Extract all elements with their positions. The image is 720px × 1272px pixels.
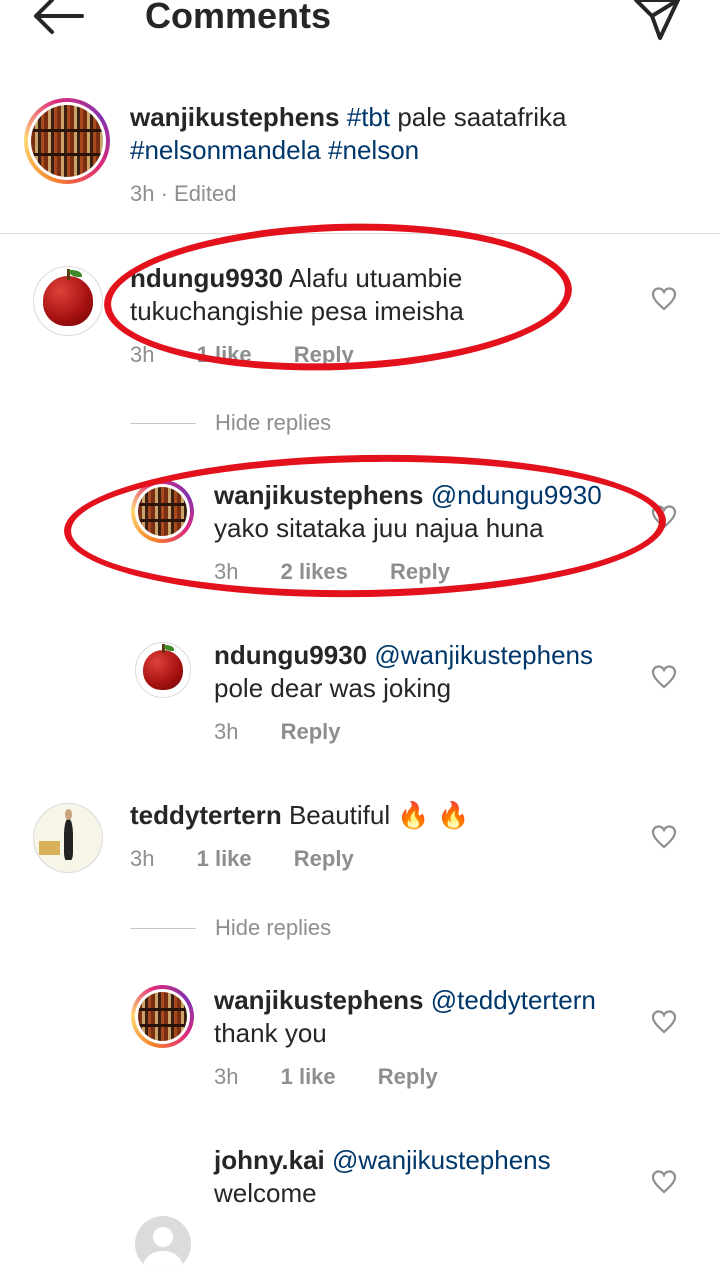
comment-meta: 3h 1 like Reply (130, 845, 354, 873)
reply-meta: 3h Reply (214, 718, 341, 746)
commenter-avatar[interactable] (33, 266, 103, 336)
heart-icon[interactable] (651, 287, 677, 311)
caption-avatar[interactable] (24, 98, 110, 184)
timestamp: 3h (214, 1064, 239, 1089)
reply-button[interactable]: Reply (281, 719, 341, 744)
hide-replies-button[interactable]: Hide replies (215, 915, 331, 941)
caption-body: pale saatafrika (397, 102, 567, 132)
comment-username[interactable]: teddytertern (130, 800, 282, 830)
reply-avatar[interactable] (135, 642, 191, 698)
reply-text: johny.kai @wanjikustephens welcome (214, 1144, 634, 1210)
heart-icon[interactable] (651, 1010, 677, 1034)
highlight-oval (101, 215, 575, 379)
likes-count[interactable]: 1 like (281, 1064, 336, 1089)
edited-label: · Edited (160, 181, 237, 206)
heart-icon[interactable] (651, 1170, 677, 1194)
reply-avatar[interactable] (131, 985, 194, 1048)
mention-link[interactable]: @wanjikustephens (332, 1145, 551, 1175)
reply-username[interactable]: ndungu9930 (214, 640, 367, 670)
commenter-avatar[interactable] (33, 803, 103, 873)
hashtag-link[interactable]: #nelson (328, 135, 419, 165)
hashtag-link[interactable]: #nelsonmandela (130, 135, 321, 165)
fire-emoji: 🔥 🔥 (397, 800, 470, 830)
highlight-oval (62, 449, 668, 603)
divider (130, 423, 196, 424)
timestamp: 3h (130, 846, 155, 871)
comment-body: Beautiful (288, 800, 391, 830)
mention-link[interactable]: @wanjikustephens (374, 640, 593, 670)
page-title: Comments (145, 0, 332, 36)
timestamp: 3h (130, 181, 155, 206)
likes-count[interactable]: 1 like (197, 846, 252, 871)
hide-replies-button[interactable]: Hide replies (215, 410, 331, 436)
reply-body: thank you (214, 1018, 327, 1048)
default-avatar-icon[interactable] (135, 1216, 191, 1272)
timestamp: 3h (214, 719, 239, 744)
hashtag-link[interactable]: #tbt (347, 102, 390, 132)
reply-username[interactable]: wanjikustephens (214, 985, 424, 1015)
reply-body: pole dear was joking (214, 673, 452, 703)
caption-text: wanjikustephens #tbt pale saatafrika #ne… (130, 101, 690, 167)
back-arrow-icon[interactable] (30, 0, 86, 36)
mention-link[interactable]: @teddytertern (431, 985, 596, 1015)
divider (130, 928, 196, 929)
reply-text: ndungu9930 @wanjikustephens pole dear wa… (214, 639, 634, 705)
reply-meta: 3h 1 like Reply (214, 1063, 438, 1091)
caption-username[interactable]: wanjikustephens (130, 102, 340, 132)
reply-text: wanjikustephens @teddytertern thank you (214, 984, 634, 1050)
heart-icon[interactable] (651, 665, 677, 689)
direct-send-icon[interactable] (630, 0, 684, 42)
reply-button[interactable]: Reply (294, 846, 354, 871)
reply-body: welcome (214, 1178, 317, 1208)
reply-button[interactable]: Reply (378, 1064, 438, 1089)
caption-meta: 3h · Edited (130, 180, 236, 208)
reply-username[interactable]: johny.kai (214, 1145, 325, 1175)
comment-text: teddytertern Beautiful 🔥 🔥 (130, 799, 630, 832)
heart-icon[interactable] (651, 825, 677, 849)
